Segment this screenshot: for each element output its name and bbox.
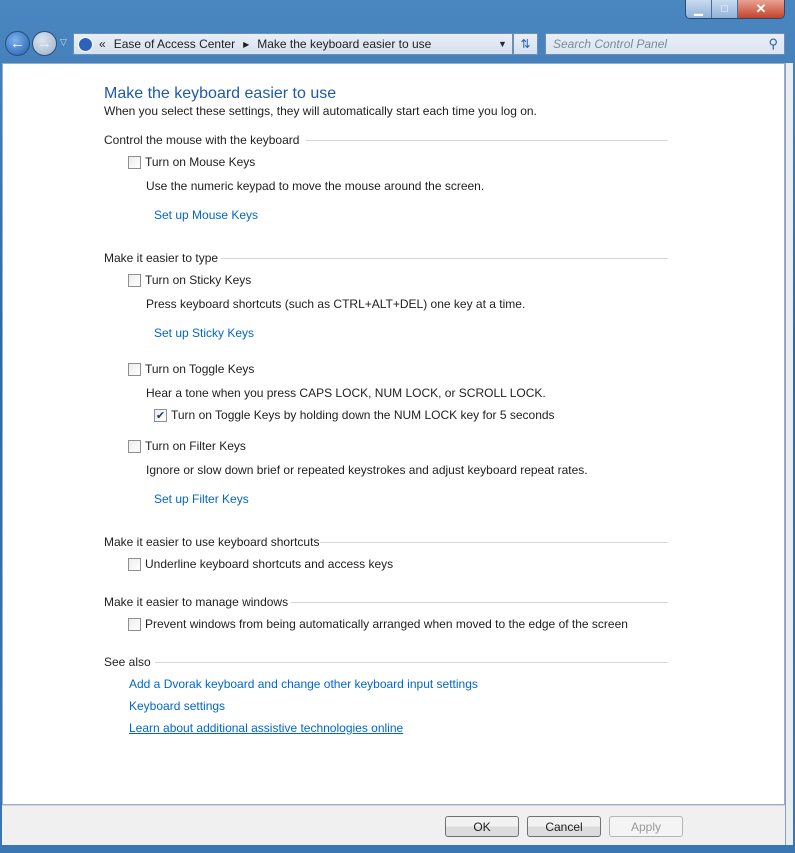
address-chevrons[interactable]: « [99,37,106,51]
toggle-keys-description: Hear a tone when you press CAPS LOCK, NU… [146,386,546,400]
breadcrumb-separator-icon[interactable]: ▶ [243,40,249,49]
ok-button[interactable]: OK [445,816,519,837]
search-icon[interactable]: ⚲ [768,36,778,52]
section-header-see-also: See also [104,655,151,669]
maximize-icon: □ [721,3,728,15]
back-arrow-icon: ← [10,35,25,52]
content-area [2,63,785,805]
page-subtitle: When you select these settings, they wil… [104,104,537,118]
underline-shortcuts-checkbox[interactable] [128,558,141,571]
recent-pages-dropdown[interactable]: ▽ [60,37,67,48]
close-button[interactable]: ✕ [738,0,784,18]
assistive-technologies-link[interactable]: Learn about additional assistive technol… [129,721,403,735]
address-dropdown-icon[interactable]: ▼ [498,39,507,49]
mouse-keys-checkbox[interactable] [128,156,141,169]
sticky-keys-label[interactable]: Turn on Sticky Keys [145,273,251,287]
window-controls: ▁ □ ✕ [685,0,785,19]
close-icon: ✕ [755,1,767,16]
filter-keys-description: Ignore or slow down brief or repeated ke… [146,463,588,477]
window-right-edge [785,63,793,845]
divider [306,140,668,141]
refresh-icon: ⇅ [520,37,531,51]
filter-keys-checkbox[interactable] [128,440,141,453]
setup-sticky-keys-link[interactable]: Set up Sticky Keys [154,326,254,340]
mouse-keys-label[interactable]: Turn on Mouse Keys [145,155,255,169]
mouse-keys-description: Use the numeric keypad to move the mouse… [146,179,485,193]
underline-shortcuts-label[interactable]: Underline keyboard shortcuts and access … [145,557,393,571]
setup-mouse-keys-link[interactable]: Set up Mouse Keys [154,208,258,222]
filter-keys-label[interactable]: Turn on Filter Keys [145,439,246,453]
divider [155,662,668,663]
prevent-arrange-checkbox[interactable] [128,618,141,631]
address-bar[interactable]: « Ease of Access Center ▶ Make the keybo… [73,33,513,55]
maximize-button[interactable]: □ [712,0,738,18]
sticky-keys-checkbox[interactable] [128,274,141,287]
section-header-shortcuts: Make it easier to use keyboard shortcuts [104,535,320,549]
divider [221,258,668,259]
setup-filter-keys-link[interactable]: Set up Filter Keys [154,492,249,506]
forward-arrow-icon: → [37,35,52,52]
dvorak-keyboard-link[interactable]: Add a Dvorak keyboard and change other k… [129,677,478,691]
minimize-icon: ▁ [694,3,703,16]
section-header-windows: Make it easier to manage windows [104,595,289,609]
ease-of-access-icon [78,36,93,52]
forward-button[interactable]: → [32,31,57,56]
section-header-mouse: Control the mouse with the keyboard [104,133,300,147]
keyboard-settings-link[interactable]: Keyboard settings [129,699,225,713]
toggle-keys-numlock-checkbox[interactable]: ✔ [154,409,167,422]
divider [320,542,668,543]
back-button[interactable]: ← [5,31,30,56]
search-placeholder: Search Control Panel [553,37,668,51]
divider [291,602,668,603]
toggle-keys-label[interactable]: Turn on Toggle Keys [145,362,254,376]
toggle-keys-checkbox[interactable] [128,363,141,376]
apply-button[interactable]: Apply [609,816,683,837]
cancel-button[interactable]: Cancel [527,816,601,837]
checkmark-icon: ✔ [155,410,166,422]
breadcrumb-current[interactable]: Make the keyboard easier to use [257,37,431,51]
prevent-arrange-label[interactable]: Prevent windows from being automatically… [145,617,628,631]
section-header-type: Make it easier to type [104,251,219,265]
breadcrumb-ease-of-access[interactable]: Ease of Access Center [114,37,235,51]
refresh-button[interactable]: ⇅ [513,33,538,55]
page-title: Make the keyboard easier to use [104,85,337,102]
search-input[interactable]: Search Control Panel ⚲ [545,33,785,55]
minimize-button[interactable]: ▁ [686,0,712,18]
toggle-keys-numlock-label[interactable]: Turn on Toggle Keys by holding down the … [171,408,555,422]
sticky-keys-description: Press keyboard shortcuts (such as CTRL+A… [146,297,526,311]
